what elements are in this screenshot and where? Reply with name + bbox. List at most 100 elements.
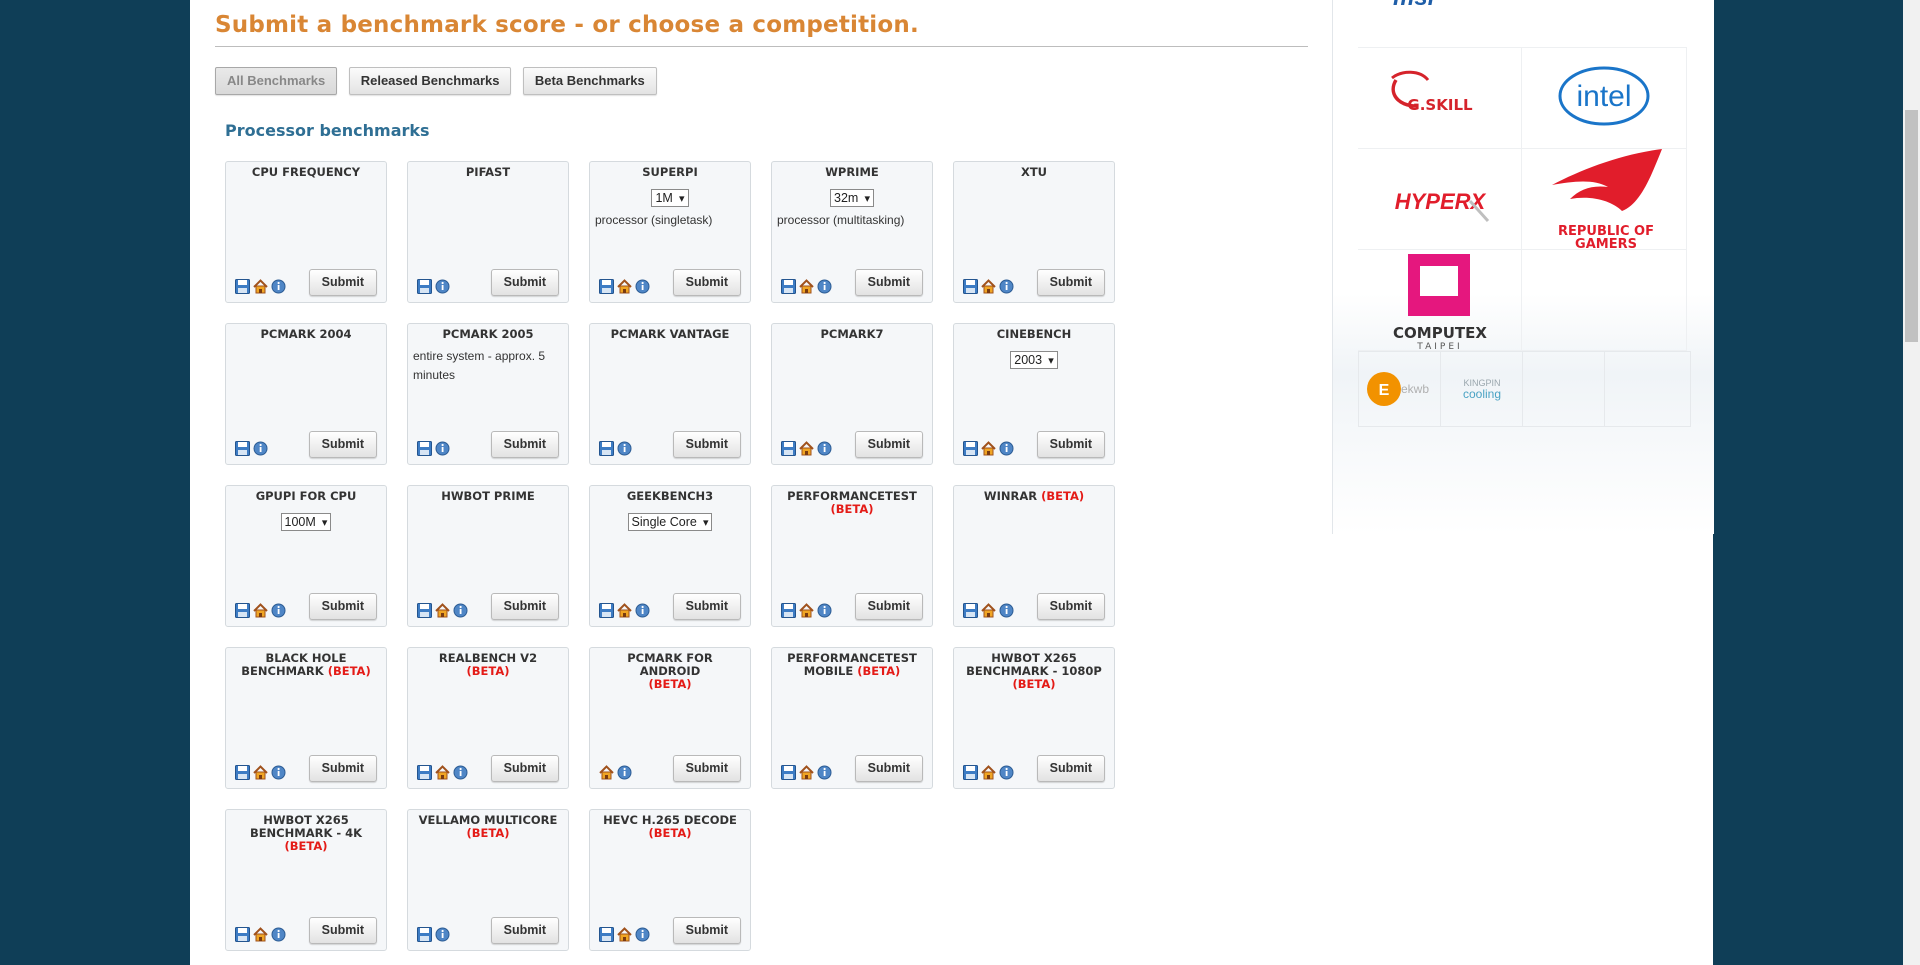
info-icon[interactable] [435, 279, 450, 294]
floppy-icon[interactable] [963, 279, 978, 295]
info-icon[interactable] [453, 765, 468, 780]
home-icon[interactable] [435, 765, 450, 780]
submit-button[interactable]: Submit [854, 593, 923, 620]
submit-button[interactable]: Submit [1036, 755, 1105, 782]
floppy-icon[interactable] [599, 603, 614, 619]
benchmark-title[interactable]: CPU FREQUENCY [226, 162, 386, 179]
home-icon[interactable] [981, 603, 996, 618]
submit-button[interactable]: Submit [490, 755, 559, 782]
benchmark-title[interactable]: PCMARK 2005 [408, 324, 568, 341]
version-select[interactable]: 1M ▾ [651, 189, 689, 207]
submit-button[interactable]: Submit [490, 431, 559, 458]
benchmark-name[interactable]: PCMARK7 [821, 327, 884, 341]
info-icon[interactable] [817, 765, 832, 780]
submit-button[interactable]: Submit [308, 431, 377, 458]
filter-beta-benchmarks-button[interactable]: Beta Benchmarks [522, 67, 657, 95]
scrollbar-thumb[interactable] [1905, 110, 1918, 342]
floppy-icon[interactable] [417, 279, 432, 295]
home-icon[interactable] [981, 279, 996, 294]
benchmark-name[interactable]: CINEBENCH [997, 327, 1072, 341]
benchmark-title[interactable]: WPRIME [772, 162, 932, 179]
floppy-icon[interactable] [235, 441, 250, 457]
floppy-icon[interactable] [781, 765, 796, 781]
benchmark-title[interactable]: XTU [954, 162, 1114, 179]
home-icon[interactable] [981, 441, 996, 456]
benchmark-name[interactable]: PCMARK 2004 [261, 327, 352, 341]
benchmark-title[interactable]: SUPERPI [590, 162, 750, 179]
benchmark-title[interactable]: PCMARK 2004 [226, 324, 386, 341]
floppy-icon[interactable] [417, 927, 432, 943]
benchmark-name[interactable]: HWBOT PRIME [441, 489, 535, 503]
floppy-icon[interactable] [963, 441, 978, 457]
submit-button[interactable]: Submit [490, 269, 559, 296]
home-icon[interactable] [617, 603, 632, 618]
info-icon[interactable] [435, 927, 450, 942]
benchmark-title[interactable]: VELLAMO MULTICORE (BETA) [408, 810, 568, 840]
version-select[interactable]: 32m ▾ [830, 189, 874, 207]
home-icon[interactable] [981, 765, 996, 780]
floppy-icon[interactable] [963, 603, 978, 619]
floppy-icon[interactable] [417, 765, 432, 781]
submit-button[interactable]: Submit [672, 431, 741, 458]
info-icon[interactable] [635, 279, 650, 294]
home-icon[interactable] [799, 441, 814, 456]
submit-button[interactable]: Submit [672, 269, 741, 296]
benchmark-name[interactable]: PIFAST [466, 165, 510, 179]
floppy-icon[interactable] [781, 441, 796, 457]
filter-all-benchmarks-button[interactable]: All Benchmarks [215, 67, 338, 95]
info-icon[interactable] [453, 603, 468, 618]
info-icon[interactable] [817, 441, 832, 456]
submit-button[interactable]: Submit [854, 755, 923, 782]
submit-button[interactable]: Submit [1036, 269, 1105, 296]
info-icon[interactable] [617, 765, 632, 780]
benchmark-name[interactable]: CPU FREQUENCY [252, 165, 360, 179]
floppy-icon[interactable] [781, 603, 796, 619]
submit-button[interactable]: Submit [854, 431, 923, 458]
version-select[interactable]: 100M ▾ [280, 513, 332, 531]
info-icon[interactable] [271, 927, 286, 942]
rog-logo[interactable]: REPUBLIC OF GAMERS [1522, 149, 1687, 252]
filter-released-benchmarks-button[interactable]: Released Benchmarks [348, 67, 512, 95]
vertical-scrollbar[interactable] [1903, 0, 1920, 965]
submit-button[interactable]: Submit [308, 593, 377, 620]
benchmark-title[interactable]: WINRAR (BETA) [954, 486, 1114, 503]
benchmark-title[interactable]: PCMARK FOR ANDROID (BETA) [590, 648, 750, 691]
benchmark-name[interactable]: HEVC H.265 DECODE [603, 813, 737, 827]
floppy-icon[interactable] [781, 279, 796, 295]
floppy-icon[interactable] [235, 927, 250, 943]
benchmark-title[interactable]: HWBOT X265 BENCHMARK - 1080P (BETA) [954, 648, 1114, 691]
info-icon[interactable] [435, 441, 450, 456]
home-icon[interactable] [253, 927, 268, 942]
benchmark-name[interactable]: SUPERPI [642, 165, 697, 179]
benchmark-name[interactable]: PCMARK VANTAGE [611, 327, 730, 341]
benchmark-name[interactable]: WPRIME [825, 165, 879, 179]
submit-button[interactable]: Submit [672, 755, 741, 782]
floppy-icon[interactable] [599, 927, 614, 943]
benchmark-title[interactable]: GPUPI FOR CPU [226, 486, 386, 503]
submit-button[interactable]: Submit [672, 593, 741, 620]
intel-logo[interactable]: intel [1522, 48, 1687, 149]
benchmark-name[interactable]: WINRAR [984, 489, 1037, 503]
benchmark-name[interactable]: PCMARK FOR ANDROID [627, 651, 712, 678]
submit-button[interactable]: Submit [1036, 593, 1105, 620]
benchmark-title[interactable]: PCMARK7 [772, 324, 932, 341]
home-icon[interactable] [253, 603, 268, 618]
benchmark-name[interactable]: HWBOT X265 BENCHMARK - 4K [250, 813, 362, 840]
floppy-icon[interactable] [417, 603, 432, 619]
floppy-icon[interactable] [417, 441, 432, 457]
floppy-icon[interactable] [599, 279, 614, 295]
home-icon[interactable] [617, 279, 632, 294]
info-icon[interactable] [635, 603, 650, 618]
submit-button[interactable]: Submit [854, 269, 923, 296]
gskill-logo[interactable]: G.SKILL [1358, 48, 1522, 149]
benchmark-name[interactable]: HWBOT X265 BENCHMARK - 1080P [966, 651, 1102, 678]
info-icon[interactable] [817, 279, 832, 294]
benchmark-title[interactable]: HEVC H.265 DECODE (BETA) [590, 810, 750, 840]
benchmark-name[interactable]: PERFORMANCETEST [787, 489, 917, 503]
ekwb-logo[interactable]: E ekwb [1359, 352, 1441, 426]
computex-logo[interactable]: COMPUTEX TAIPEI [1358, 250, 1522, 352]
version-select[interactable]: Single Core ▾ [627, 513, 713, 531]
floppy-icon[interactable] [235, 603, 250, 619]
kingpin-cooling-logo[interactable]: KINGPIN cooling [1441, 352, 1523, 426]
version-select[interactable]: 2003 ▾ [1010, 351, 1058, 369]
